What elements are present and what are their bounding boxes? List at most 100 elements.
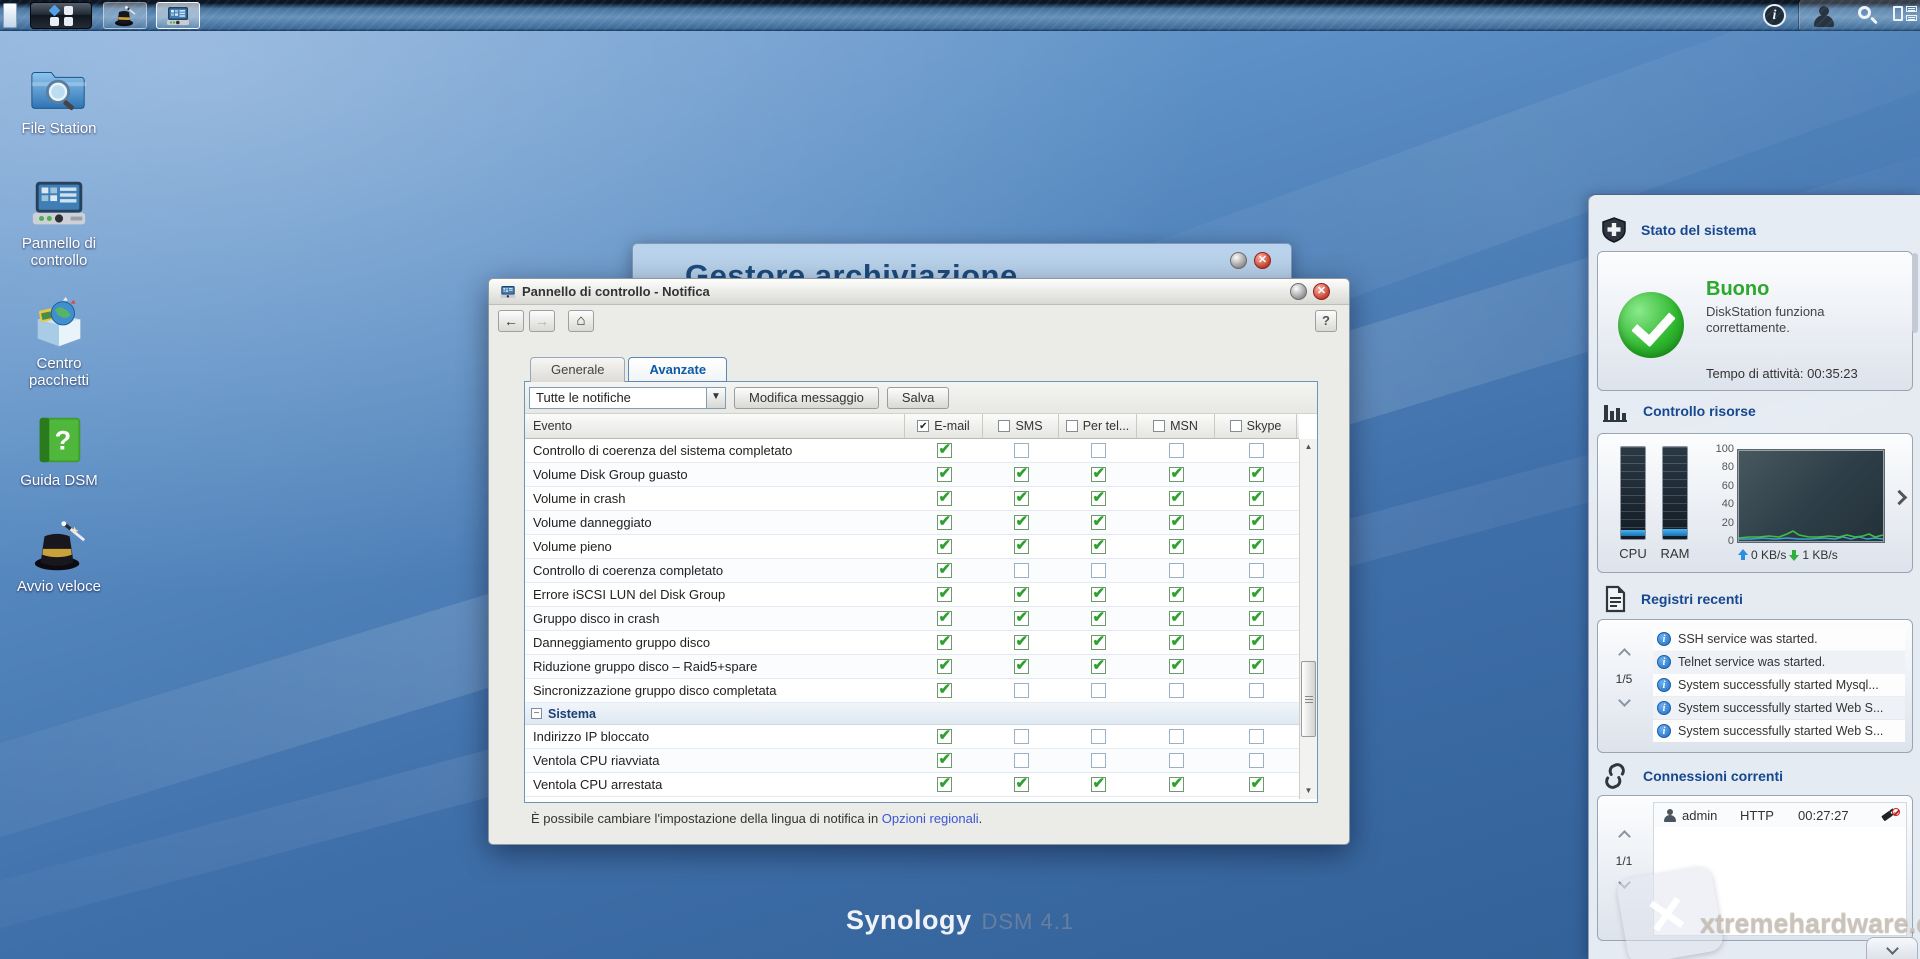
table-row[interactable]: Volume Disk Group guasto (525, 463, 1299, 487)
regional-options-link[interactable]: Opzioni regionali (882, 811, 979, 826)
table-row[interactable]: Sincronizzazione gruppo disco completata (525, 679, 1299, 703)
row-checkbox[interactable] (1168, 488, 1184, 506)
page-down-icon[interactable] (1617, 694, 1631, 707)
row-checkbox[interactable] (1090, 443, 1106, 458)
row-checkbox[interactable] (936, 750, 952, 768)
search-icon[interactable] (1855, 4, 1879, 28)
pilot-view-icon[interactable] (1893, 4, 1917, 26)
header-checkbox[interactable] (1229, 420, 1242, 432)
log-entry[interactable]: i System successfully started Web S... (1653, 697, 1905, 719)
column-header[interactable]: Skype (1215, 414, 1297, 438)
row-checkbox[interactable] (1248, 753, 1264, 768)
row-checkbox[interactable] (1248, 488, 1264, 506)
column-header[interactable]: Per tel... (1059, 414, 1137, 438)
desktop-icon-quick-start[interactable]: Avvio veloce (6, 518, 112, 595)
row-checkbox[interactable] (1168, 464, 1184, 482)
window-control-panel-notification[interactable]: Pannello di controllo - Notifica ✕ ← → ⌂… (488, 278, 1350, 845)
column-header[interactable]: SMS (983, 414, 1059, 438)
row-checkbox[interactable] (1168, 632, 1184, 650)
scrollbar-thumb[interactable] (1301, 661, 1316, 737)
row-checkbox[interactable] (1090, 488, 1106, 506)
save-button[interactable]: Salva (886, 386, 950, 409)
row-checkbox[interactable] (1013, 536, 1029, 554)
row-checkbox[interactable] (1013, 443, 1029, 458)
row-checkbox[interactable] (1013, 774, 1029, 792)
row-checkbox[interactable] (1168, 584, 1184, 602)
edit-message-button[interactable]: Modifica messaggio (734, 386, 879, 409)
table-group-row[interactable]: − Sistema (525, 703, 1299, 725)
desktop-icon-file-station[interactable]: File Station (6, 60, 112, 137)
row-checkbox[interactable] (936, 560, 952, 578)
log-entry[interactable]: i System successfully started Mysql... (1653, 674, 1905, 696)
row-checkbox[interactable] (1248, 632, 1264, 650)
row-checkbox[interactable] (936, 726, 952, 744)
table-row[interactable]: Indirizzo IP bloccato (525, 725, 1299, 749)
disconnect-icon[interactable] (1881, 808, 1900, 822)
column-header[interactable]: ✔ E-mail (905, 414, 983, 438)
row-checkbox[interactable] (1013, 753, 1029, 768)
table-row[interactable]: Riduzione gruppo disco – Raid5+spare (525, 655, 1299, 679)
log-entry[interactable]: i SSH service was started. (1653, 628, 1905, 650)
user-icon[interactable] (1812, 4, 1836, 28)
window-titlebar[interactable]: Pannello di controllo - Notifica ✕ (489, 279, 1349, 305)
log-entry[interactable]: i System successfully started Web S... (1653, 720, 1905, 742)
collapse-icon[interactable]: − (531, 708, 542, 719)
row-checkbox[interactable] (1090, 464, 1106, 482)
minimize-button[interactable] (1230, 252, 1247, 269)
row-checkbox[interactable] (1248, 563, 1264, 578)
back-button[interactable]: ← (498, 310, 524, 332)
row-checkbox[interactable] (1090, 632, 1106, 650)
resource-monitor-widget[interactable]: CPU RAM 100 80 60 40 20 0 0 KB/s 1 KB/s (1597, 433, 1913, 573)
minimize-button[interactable] (1290, 283, 1307, 300)
row-checkbox[interactable] (1013, 608, 1029, 626)
row-checkbox[interactable] (936, 680, 952, 698)
row-checkbox[interactable] (1248, 683, 1264, 698)
row-checkbox[interactable] (936, 774, 952, 792)
table-row[interactable]: Controllo di coerenza del sistema comple… (525, 439, 1299, 463)
row-checkbox[interactable] (1013, 683, 1029, 698)
row-checkbox[interactable] (1090, 563, 1106, 578)
row-checkbox[interactable] (1168, 443, 1184, 458)
row-checkbox[interactable] (1248, 464, 1264, 482)
row-checkbox[interactable] (1090, 584, 1106, 602)
row-checkbox[interactable] (1248, 656, 1264, 674)
row-checkbox[interactable] (1248, 584, 1264, 602)
row-checkbox[interactable] (936, 656, 952, 674)
row-checkbox[interactable] (1248, 729, 1264, 744)
header-checkbox[interactable] (1065, 420, 1078, 432)
main-menu-button[interactable] (30, 2, 92, 29)
vertical-scrollbar[interactable]: ▲ ▼ (1299, 439, 1317, 799)
event-column-header[interactable]: Evento (525, 414, 905, 438)
row-checkbox[interactable] (1013, 656, 1029, 674)
help-button[interactable]: ? (1315, 310, 1337, 332)
row-checkbox[interactable] (1248, 608, 1264, 626)
header-checkbox[interactable]: ✔ (917, 420, 930, 432)
table-row[interactable]: Controllo di coerenza completato (525, 559, 1299, 583)
table-row[interactable]: Errore iSCSI LUN del Disk Group (525, 583, 1299, 607)
row-checkbox[interactable] (1248, 536, 1264, 554)
row-checkbox[interactable] (936, 488, 952, 506)
show-desktop-button[interactable] (3, 3, 17, 28)
chevron-down-icon[interactable]: ▼ (706, 387, 725, 408)
taskbar-control-panel-button[interactable] (156, 2, 200, 29)
row-checkbox[interactable] (1013, 729, 1029, 744)
row-checkbox[interactable] (1013, 464, 1029, 482)
desktop-icon-dsm-help[interactable]: ? Guida DSM (6, 412, 112, 489)
row-checkbox[interactable] (1013, 584, 1029, 602)
row-checkbox[interactable] (1090, 774, 1106, 792)
close-button[interactable]: ✕ (1313, 283, 1330, 300)
page-down-icon[interactable] (1617, 876, 1631, 889)
row-checkbox[interactable] (1168, 683, 1184, 698)
table-row[interactable]: Danneggiamento gruppo disco (525, 631, 1299, 655)
row-checkbox[interactable] (936, 632, 952, 650)
row-checkbox[interactable] (1013, 632, 1029, 650)
row-checkbox[interactable] (1168, 536, 1184, 554)
row-checkbox[interactable] (1013, 563, 1029, 578)
home-button[interactable]: ⌂ (568, 310, 594, 332)
row-checkbox[interactable] (1090, 512, 1106, 530)
taskbar-quick-launch-button[interactable] (103, 2, 147, 29)
sidebar-collapse-button[interactable] (1866, 937, 1918, 959)
desktop-icon-control-panel[interactable]: Pannello di controllo (6, 175, 112, 269)
close-button[interactable]: ✕ (1254, 252, 1271, 269)
row-checkbox[interactable] (1090, 608, 1106, 626)
